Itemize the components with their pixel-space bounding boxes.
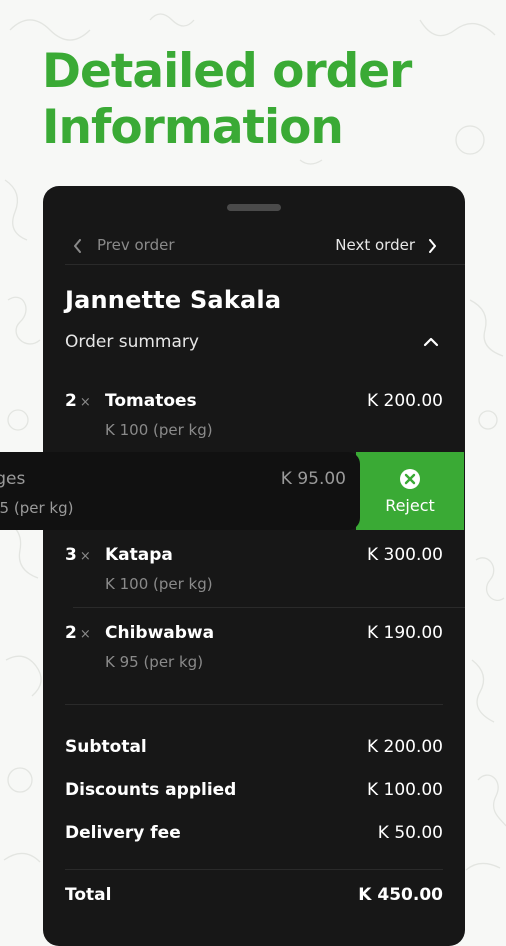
item-price: K 190.00 (366, 623, 443, 643)
discount-value: K 100.00 (366, 780, 443, 800)
next-order-button[interactable]: Next order (335, 236, 437, 254)
reject-label: Reject (385, 496, 435, 515)
subtotal-label: Subtotal (65, 737, 147, 757)
total-divider (65, 869, 443, 870)
summary-divider (65, 704, 443, 705)
next-order-label: Next order (335, 236, 415, 254)
item-unit-price: 95 (per kg) (0, 499, 74, 517)
item-unit-price: K 95 (per kg) (105, 653, 204, 671)
item-divider (73, 607, 465, 608)
marketing-headline: Detailed order Information (42, 44, 482, 156)
chevron-right-icon (429, 239, 436, 253)
swiped-order-item[interactable]: Reject anges K 95.00 95 (per kg) (0, 452, 506, 530)
item-price: K 200.00 (366, 391, 443, 411)
chevron-left-icon (74, 239, 81, 253)
order-item-chibwabwa[interactable]: 2 × Chibwabwa K 190.00 K 95 (per kg) (65, 623, 443, 683)
item-quantity: 3 × (65, 545, 91, 565)
total-value: K 450.00 (358, 885, 443, 905)
item-price: K 95.00 (280, 469, 346, 489)
multiply-sign: × (79, 627, 91, 642)
subtotal-value: K 200.00 (366, 737, 443, 757)
item-quantity: 2 × (65, 623, 91, 643)
order-item-katapa[interactable]: 3 × Katapa K 300.00 K 100 (per kg) (65, 545, 443, 605)
item-unit-price: K 100 (per kg) (105, 575, 213, 593)
order-detail-panel: Prev order Next order Jannette Sakala Or… (43, 186, 465, 946)
item-name: Chibwabwa (105, 623, 215, 643)
item-quantity-value: 3 (65, 545, 77, 565)
subtotal-row: Subtotal K 200.00 (65, 737, 443, 761)
multiply-sign: × (79, 395, 91, 410)
total-label: Total (65, 885, 112, 905)
order-item-tomatoes[interactable]: 2 × Tomatoes K 200.00 K 100 (per kg) (65, 391, 443, 451)
item-unit-price: K 100 (per kg) (105, 421, 213, 439)
item-quantity-value: 2 (65, 623, 77, 643)
prev-order-button[interactable]: Prev order (73, 236, 175, 254)
item-name: anges (0, 469, 26, 489)
chevron-up-icon (423, 337, 439, 347)
headline-line-2: Information (42, 100, 344, 155)
nav-divider (65, 264, 465, 265)
delivery-fee-row: Delivery fee K 50.00 (65, 823, 443, 847)
order-navigation: Prev order Next order (43, 226, 465, 264)
swiped-item-card[interactable]: anges K 95.00 95 (per kg) (0, 452, 360, 530)
headline-line-1: Detailed order (42, 44, 412, 99)
item-name: Katapa (105, 545, 173, 565)
item-quantity: 2 × (65, 391, 91, 411)
discount-label: Discounts applied (65, 780, 237, 800)
order-summary-label: Order summary (65, 332, 199, 352)
discount-row: Discounts applied K 100.00 (65, 780, 443, 804)
multiply-sign: × (79, 549, 91, 564)
x-circle-icon (400, 469, 420, 489)
customer-name: Jannette Sakala (65, 286, 282, 314)
total-row: Total K 450.00 (65, 885, 443, 909)
item-quantity-value: 2 (65, 391, 77, 411)
delivery-fee-label: Delivery fee (65, 823, 181, 843)
delivery-fee-value: K 50.00 (377, 823, 443, 843)
item-price: K 300.00 (366, 545, 443, 565)
order-summary-toggle[interactable]: Order summary (65, 332, 445, 358)
item-name: Tomatoes (105, 391, 197, 411)
reject-item-button[interactable]: Reject (356, 452, 464, 530)
prev-order-label: Prev order (97, 236, 175, 254)
drag-handle[interactable] (227, 204, 281, 211)
